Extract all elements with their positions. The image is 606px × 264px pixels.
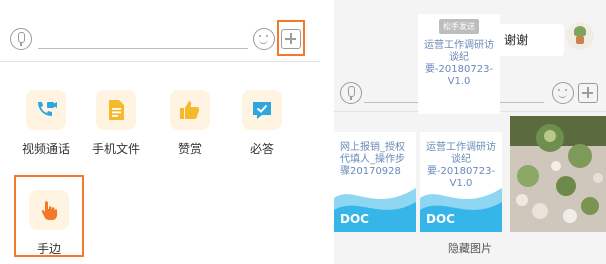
- handy-app-highlight: [14, 175, 84, 257]
- plus-button-highlight: [277, 20, 305, 56]
- hide-images-link[interactable]: 隐藏图片: [334, 240, 606, 256]
- doc-name: 网上报销_授权代填人_操作步骤20170928: [340, 142, 405, 177]
- app-label: 赞赏: [177, 142, 202, 156]
- app-must-answer[interactable]: 必答: [232, 90, 292, 157]
- app-label: 视频通话: [21, 142, 70, 156]
- message-input[interactable]: [38, 48, 248, 49]
- file-card[interactable]: 运营工作调研访谈纪要-20180723-V1.0 DOC: [420, 132, 502, 232]
- emoji-icon[interactable]: [253, 28, 275, 50]
- voice-icon[interactable]: [10, 28, 32, 50]
- app-label: 必答: [249, 142, 274, 156]
- avatar[interactable]: [566, 22, 594, 50]
- app-label: 手机文件: [91, 142, 140, 156]
- app-reward[interactable]: 赞赏: [160, 90, 220, 157]
- app-phone-file[interactable]: 手机文件: [86, 90, 146, 157]
- voice-icon[interactable]: [340, 82, 362, 104]
- plus-icon[interactable]: [578, 83, 598, 103]
- chat-input-bar: [0, 18, 320, 62]
- doc-type-label: DOC: [340, 212, 369, 226]
- emoji-icon[interactable]: [552, 82, 574, 104]
- doc-name: 运营工作调研访谈纪要-20180723-V1.0: [424, 40, 494, 87]
- photo-thumbnail[interactable]: [510, 116, 606, 232]
- chat-panel-left: 视频通话 手机文件 赞赏 必答 手边: [0, 0, 320, 264]
- file-card[interactable]: 网上报销_授权代填人_操作步骤20170928 DOC: [334, 132, 416, 232]
- drag-preview[interactable]: 松手发送 运营工作调研访谈纪要-20180723-V1.0: [418, 14, 500, 114]
- check-message-icon: [242, 90, 282, 130]
- chat-panel-right: 了，谢谢 松手发送 运营工作调研访谈纪要-20180723-V1.0 网上报销_…: [334, 0, 606, 264]
- doc-type-label: DOC: [426, 212, 455, 226]
- thumbs-up-icon: [170, 90, 210, 130]
- release-to-send-tag: 松手发送: [439, 19, 479, 34]
- phone-file-icon: [96, 90, 136, 130]
- video-call-icon: [26, 90, 66, 130]
- app-video-call[interactable]: 视频通话: [16, 90, 76, 157]
